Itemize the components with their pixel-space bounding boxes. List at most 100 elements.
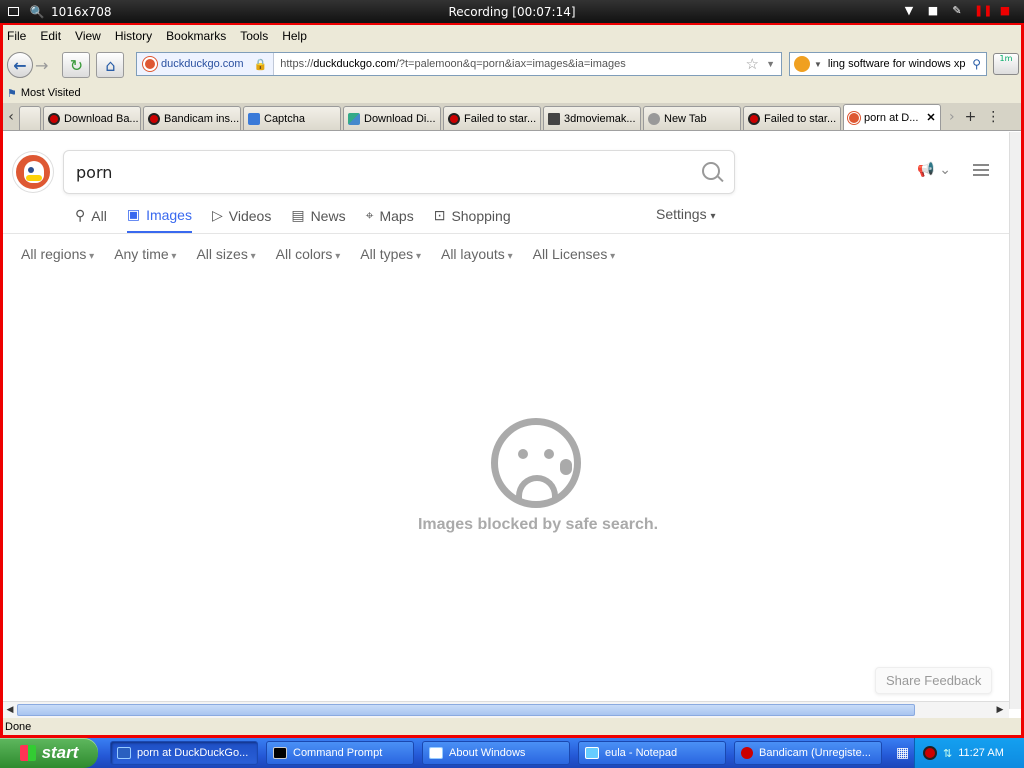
url-dropdown-icon[interactable]: ▼ — [766, 59, 775, 69]
tab-list-icon[interactable]: ⋮ — [986, 109, 1000, 125]
navigation-toolbar: ← → ↻ ⌂ duckduckgo.com 🔒 https://duckduc… — [3, 47, 1021, 83]
tab-item[interactable]: Failed to star... — [443, 106, 541, 130]
tab-scroll-left-icon[interactable]: ‹ — [3, 104, 19, 130]
download-icon — [348, 112, 360, 125]
taskbar-item[interactable]: porn at DuckDuckGo... — [110, 741, 258, 765]
network-icon[interactable]: ⇅ — [943, 747, 952, 760]
menu-history[interactable]: History — [115, 29, 152, 43]
menu-tools[interactable]: Tools — [240, 29, 268, 43]
megaphone-icon[interactable]: 📢 ⌄ — [917, 162, 951, 178]
filter-time[interactable]: Any time — [114, 246, 176, 262]
extension-button[interactable]: 1m — [993, 53, 1019, 75]
keyboard-icon[interactable]: ▦ — [896, 745, 909, 761]
back-arrow-icon: ← — [13, 55, 27, 75]
menu-help[interactable]: Help — [282, 29, 307, 43]
search-engine-dropdown-icon[interactable]: ▼ — [814, 60, 822, 69]
scroll-thumb[interactable] — [17, 704, 915, 716]
url-path: /?t=palemoon&q=porn&iax=images&ia=images — [395, 58, 626, 70]
camera-icon[interactable]: ■ — [926, 4, 940, 18]
tab-images[interactable]: ▣ Images — [126, 206, 192, 233]
url-text[interactable]: https://duckduckgo.com/?t=palemoon&q=por… — [274, 58, 626, 70]
menu-edit[interactable]: Edit — [40, 29, 61, 43]
menu-view[interactable]: View — [75, 29, 101, 43]
tab-scroll-right-icon[interactable]: › — [949, 109, 955, 125]
scroll-left-icon[interactable]: ◀ — [3, 703, 17, 717]
back-button[interactable]: ← — [7, 52, 33, 78]
search-bar[interactable]: ▼ ling software for windows xp ⚲ — [789, 52, 987, 76]
forward-button[interactable]: → — [35, 56, 48, 75]
menu-bar: File Edit View History Bookmarks Tools H… — [3, 25, 1021, 47]
filter-sizes[interactable]: All sizes — [196, 246, 255, 262]
filter-types[interactable]: All types — [360, 246, 421, 262]
tab-controls: › + ⋮ — [943, 104, 1006, 130]
tab-item[interactable]: Download Ba... — [43, 106, 141, 130]
blocked-message: Images blocked by safe search. — [417, 516, 659, 533]
map-pin-icon: ⌖ — [365, 207, 374, 223]
reload-button[interactable]: ↻ — [62, 52, 91, 78]
tab-videos[interactable]: ▷ Videos — [212, 206, 271, 233]
tab-label: New Tab — [664, 112, 707, 125]
magnifier-icon[interactable]: 🔍 — [29, 5, 45, 19]
status-text: Done — [5, 721, 32, 733]
duckduckgo-logo[interactable] — [13, 152, 53, 192]
pause-icon[interactable]: ❚❚ — [974, 4, 992, 18]
menu-file[interactable]: File — [7, 29, 26, 43]
tab-item[interactable]: Bandicam ins... — [143, 106, 241, 130]
filter-bar: All regions Any time All sizes All color… — [21, 246, 615, 262]
taskbar-item[interactable]: About Windows — [422, 741, 570, 765]
reload-icon: ↻ — [69, 55, 84, 75]
tab-item[interactable]: Download Di... — [343, 106, 441, 130]
clock[interactable]: 11:27 AM — [958, 747, 1004, 759]
bookmark-star-icon[interactable]: ☆ — [746, 55, 759, 73]
tab-label: 3dmoviemak... — [564, 112, 636, 125]
tab-item[interactable]: Captcha — [243, 106, 341, 130]
tab-maps[interactable]: ⌖ Maps — [366, 206, 414, 233]
vertical-scrollbar[interactable] — [1009, 132, 1021, 709]
tab-all[interactable]: ⚲ All — [75, 206, 107, 233]
settings-dropdown[interactable]: Settings ▾ — [656, 206, 716, 222]
scroll-right-icon[interactable]: ▶ — [993, 703, 1007, 717]
filter-layouts[interactable]: All layouts — [441, 246, 513, 262]
hamburger-menu-icon[interactable] — [973, 164, 989, 176]
filter-colors[interactable]: All colors — [276, 246, 341, 262]
filter-licenses[interactable]: All Licenses — [533, 246, 616, 262]
status-bar: Done — [3, 718, 1021, 735]
image-icon: ▣ — [126, 206, 141, 222]
tab-news[interactable]: ▤ News — [291, 206, 345, 233]
tab-item[interactable]: New Tab — [643, 106, 741, 130]
taskbar-item[interactable]: Bandicam (Unregiste... — [734, 741, 882, 765]
url-bar[interactable]: duckduckgo.com 🔒 https://duckduckgo.com/… — [136, 52, 782, 76]
dropdown-icon[interactable]: ▼ — [902, 4, 916, 18]
play-icon: ▷ — [211, 207, 223, 223]
tab-label: Bandicam ins... — [164, 112, 240, 125]
new-tab-icon[interactable]: + — [965, 109, 977, 125]
share-feedback-button[interactable]: Share Feedback — [875, 667, 993, 694]
search-icon[interactable] — [702, 162, 720, 180]
tab-item[interactable]: 3dmoviemak... — [543, 106, 641, 130]
close-tab-icon[interactable]: ✕ — [926, 111, 935, 124]
extension-label: 1m — [999, 54, 1013, 63]
taskbar-item-label: Bandicam (Unregiste... — [759, 747, 871, 759]
tab-item-active[interactable]: porn at D... ✕ — [843, 104, 941, 130]
menu-bookmarks[interactable]: Bookmarks — [166, 29, 226, 43]
site-identity[interactable]: duckduckgo.com 🔒 — [137, 53, 275, 75]
tab-blank[interactable] — [19, 106, 41, 130]
start-button[interactable]: start — [0, 738, 98, 768]
taskbar-item[interactable]: eula - Notepad — [578, 741, 726, 765]
window-icon[interactable] — [8, 7, 19, 16]
taskbar-item[interactable]: Command Prompt — [266, 741, 414, 765]
home-button[interactable]: ⌂ — [96, 52, 125, 78]
pencil-icon[interactable]: ✎ — [950, 4, 964, 18]
duckduckgo-icon — [848, 111, 860, 124]
most-visited-link[interactable]: Most Visited — [21, 87, 81, 99]
recording-icon[interactable] — [923, 746, 937, 760]
filter-regions[interactable]: All regions — [21, 246, 94, 262]
search-engine-icon[interactable] — [794, 56, 810, 72]
tab-shopping[interactable]: ⊡ Shopping — [434, 206, 511, 233]
search-input[interactable]: porn — [63, 150, 735, 194]
horizontal-scrollbar[interactable]: ◀ ▶ — [3, 701, 1009, 718]
stop-icon[interactable]: ■ — [998, 4, 1012, 18]
search-go-icon[interactable]: ⚲ — [972, 57, 981, 71]
movie-icon — [548, 112, 560, 125]
tab-item[interactable]: Failed to star... — [743, 106, 841, 130]
